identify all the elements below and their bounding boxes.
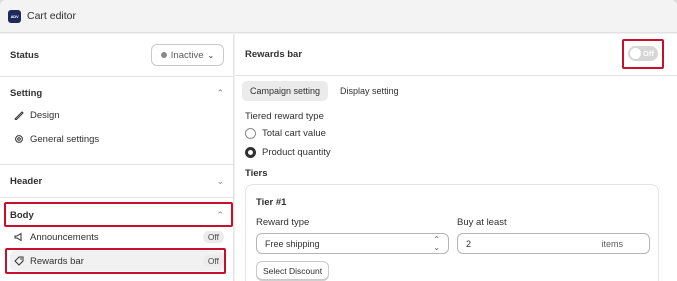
brush-icon <box>14 111 24 120</box>
reward-type-label: Reward type <box>256 217 310 228</box>
settings-tabs: Campaign setting Display setting <box>242 81 407 101</box>
select-discount-button[interactable]: Select Discount <box>256 261 330 280</box>
option-total-cart-value[interactable]: Total cart value <box>245 128 326 139</box>
header-section-label: Header <box>10 175 43 187</box>
sidebar-item-design[interactable]: Design <box>10 105 224 125</box>
title-bar: ADV Cart editor <box>0 0 677 33</box>
sidebar-item-rewards-bar[interactable]: Rewards bar Off <box>10 251 224 271</box>
reward-type-select[interactable]: Free shipping ⌃ ⌄ <box>256 233 449 254</box>
sidebar-item-label: Design <box>30 109 60 121</box>
app-window: ADV Cart editor Status Inactive ⌄ Settin… <box>0 0 677 281</box>
select-arrows-icon: ⌃ ⌄ <box>433 234 440 252</box>
megaphone-icon <box>14 232 22 242</box>
body-section-header[interactable]: Body ⌃ <box>0 206 234 224</box>
toggle-label: Off <box>643 49 654 58</box>
status-row: Status Inactive ⌄ <box>0 34 234 77</box>
option-label: Total cart value <box>262 128 326 139</box>
tiers-label: Tiers <box>245 168 268 179</box>
page-title: Rewards bar <box>245 49 303 60</box>
buy-at-least-label: Buy at least <box>457 217 507 228</box>
status-select[interactable]: Inactive ⌄ <box>151 44 224 66</box>
tab-display-setting[interactable]: Display setting <box>332 81 407 101</box>
tag-icon <box>14 256 24 266</box>
tier-card: Tier #1 Reward type Buy at least Free sh… <box>245 184 659 281</box>
status-dot-icon <box>160 52 167 58</box>
body-section-label: Body <box>10 209 34 221</box>
sidebar-item-announcements[interactable]: Announcements Off <box>10 227 224 247</box>
chevron-down-icon: ⌄ <box>216 175 224 186</box>
status-value: Inactive <box>170 49 204 61</box>
tier-title: Tier #1 <box>256 197 287 208</box>
sidebar-item-label: Rewards bar <box>30 255 84 267</box>
window-title: Cart editor <box>27 10 77 22</box>
status-badge: Off <box>202 231 224 243</box>
rewards-bar-header: Rewards bar <box>235 34 677 76</box>
setting-section-header[interactable]: Setting ⌃ <box>0 84 234 102</box>
buy-at-least-value: 2 <box>466 238 472 249</box>
reward-type-value: Free shipping <box>265 238 320 249</box>
sidebar-item-label: Announcements <box>30 231 99 243</box>
chevron-up-icon: ⌃ <box>216 209 224 220</box>
option-product-quantity[interactable]: Product quantity <box>245 147 331 158</box>
status-label: Status <box>10 49 40 61</box>
chevron-down-icon: ⌄ <box>207 50 215 60</box>
radio-button[interactable] <box>245 128 256 139</box>
buy-at-least-suffix: items <box>601 238 623 249</box>
app-logo: ADV <box>8 9 21 23</box>
status-badge: Off <box>202 255 224 267</box>
tab-campaign-setting[interactable]: Campaign setting <box>242 81 329 101</box>
toggle-knob <box>630 48 641 59</box>
divider <box>0 197 234 198</box>
option-label: Product quantity <box>262 147 331 158</box>
chevron-up-icon: ⌃ <box>216 87 224 98</box>
radio-button-selected[interactable] <box>245 147 256 158</box>
main-panel: Rewards bar Off Campaign setting Display… <box>235 34 677 281</box>
left-sidebar: Status Inactive ⌄ Setting ⌃ Design Gener… <box>0 34 234 281</box>
setting-section-label: Setting <box>10 87 43 99</box>
header-section-header[interactable]: Header ⌄ <box>0 172 234 190</box>
tier-type-label: Tiered reward type <box>245 111 324 122</box>
gear-icon <box>15 135 23 143</box>
buy-at-least-input[interactable]: 2 items <box>457 233 650 254</box>
sidebar-item-general-settings[interactable]: General settings <box>10 129 224 149</box>
divider <box>0 164 234 165</box>
sidebar-item-label: General settings <box>30 133 100 145</box>
rewards-bar-toggle[interactable]: Off <box>628 46 658 61</box>
